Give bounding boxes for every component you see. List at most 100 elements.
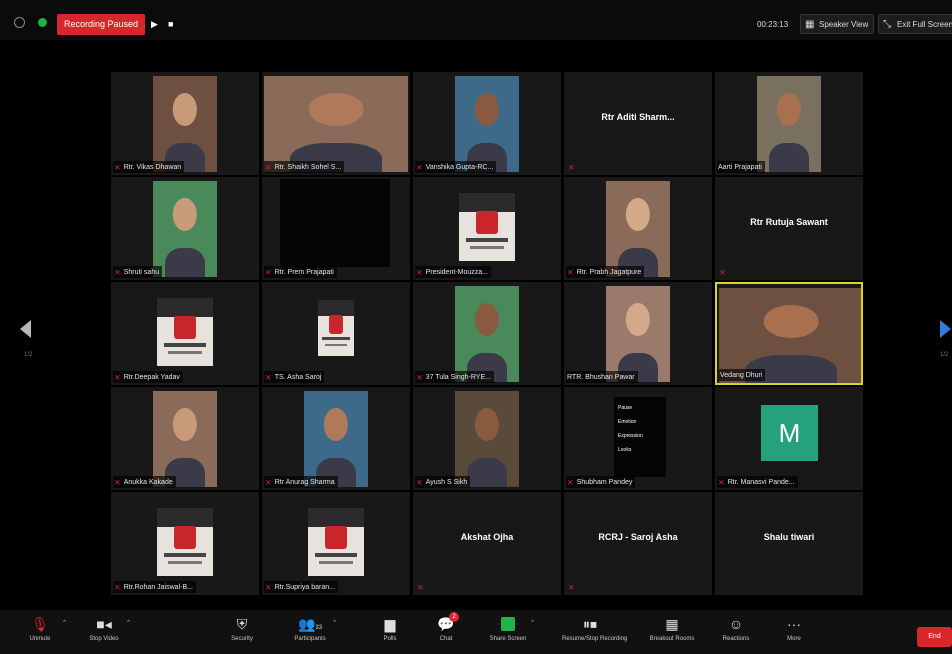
breakout-rooms-grid-icon: ▦ bbox=[665, 616, 679, 632]
participant-video bbox=[757, 76, 821, 172]
participant-tile[interactable]: ⨯ TS. Asha Saroj bbox=[262, 282, 410, 385]
participant-name-text: 37 Tula Singh-RYE... bbox=[425, 373, 491, 381]
muted-mic-icon: 🎙 bbox=[31, 616, 49, 632]
person-head-shape bbox=[625, 303, 651, 336]
muted-mic-icon: ⨯ bbox=[416, 162, 423, 172]
info-icon[interactable] bbox=[14, 17, 25, 28]
resume-recording-icon[interactable]: ▶ bbox=[151, 19, 158, 30]
participant-tile[interactable]: ⨯ Vanshika Gupta-RC... bbox=[413, 72, 561, 175]
stop-video-button[interactable]: ■◂ ^ Stop Video bbox=[76, 612, 132, 654]
participant-tile[interactable]: ⨯ Rtr.Deepak Yadav bbox=[111, 282, 259, 385]
video-off-area bbox=[280, 179, 390, 267]
participant-tile[interactable]: ⨯ Rtr. Prabh Jagatpure bbox=[564, 177, 712, 280]
participant-video bbox=[455, 76, 519, 172]
muted-mic-icon: ⨯ bbox=[265, 477, 272, 487]
share-options-caret-icon[interactable]: ^ bbox=[531, 620, 534, 626]
person-body-shape bbox=[466, 458, 508, 487]
pee-text-card-image: Pause Emotion Expression Looks bbox=[614, 397, 666, 477]
participant-video bbox=[153, 391, 217, 487]
exit-full-screen-button[interactable]: ⤡ Exit Full Screen bbox=[878, 14, 952, 34]
club-poster-image bbox=[157, 298, 213, 366]
end-meeting-button[interactable]: End bbox=[917, 627, 952, 647]
muted-mic-icon: ⨯ bbox=[567, 477, 574, 487]
muted-mic-icon: ⨯ bbox=[718, 477, 725, 487]
participant-tile[interactable]: Rtr Aditi Sharm... ⨯ bbox=[564, 72, 712, 175]
person-head-shape bbox=[625, 198, 651, 231]
poster-logo-shape bbox=[324, 525, 348, 549]
participants-button[interactable]: 👥33 ^ Participants bbox=[282, 612, 338, 654]
participant-name-label: ⨯ Rtr. Prabh Jagatpure bbox=[566, 266, 645, 278]
encryption-shield-icon[interactable] bbox=[38, 18, 47, 27]
participant-tile[interactable]: ⨯ Shruti sahu bbox=[111, 177, 259, 280]
reactions-button[interactable]: ☺ Reactions bbox=[708, 612, 764, 654]
polls-button[interactable]: ▆ Polls bbox=[362, 612, 418, 654]
participant-tile[interactable]: ⨯ Rtr Anurag Sharma bbox=[262, 387, 410, 490]
chat-label: Chat bbox=[439, 636, 453, 642]
poster-logo-shape bbox=[328, 314, 344, 334]
poster-band-shape bbox=[308, 508, 364, 528]
previous-page-arrow-icon[interactable] bbox=[20, 320, 31, 338]
participant-tile[interactable]: RTR. Bhushan Pawar bbox=[564, 282, 712, 385]
person-head-shape bbox=[474, 303, 500, 336]
unmute-button[interactable]: 🎙 ^ Unmute bbox=[12, 612, 68, 654]
muted-mic-icon: ⨯ bbox=[719, 268, 726, 277]
poster-stripe-shape bbox=[465, 237, 509, 242]
participant-name-text: Vedang Dhuri bbox=[720, 371, 763, 379]
participant-tile[interactable]: Akshat Ojha ⨯ bbox=[413, 492, 561, 595]
club-poster-image bbox=[308, 508, 364, 576]
participant-tile[interactable]: Aarti Prajapati bbox=[715, 72, 863, 175]
person-head-shape bbox=[172, 93, 198, 126]
poster-stripe2-shape bbox=[470, 246, 504, 250]
participant-tile[interactable]: ⨯ Rtr.Rohan Jaiswal-B... bbox=[111, 492, 259, 595]
person-head-shape bbox=[763, 305, 819, 338]
speaker-view-button[interactable]: ▦ Speaker View bbox=[800, 14, 875, 34]
audio-options-caret-icon[interactable]: ^ bbox=[63, 620, 66, 626]
poster-stripe-shape bbox=[163, 552, 207, 557]
participant-tile[interactable]: ⨯ Rtr. Vikas Dhawan bbox=[111, 72, 259, 175]
participant-name-text: Rtr. Prabh Jagatpure bbox=[576, 268, 642, 276]
participant-tile[interactable]: ⨯ President-Mouzza... bbox=[413, 177, 561, 280]
participant-tile[interactable]: ⨯ Rtr. Shaikh Sohel S... bbox=[262, 72, 410, 175]
participant-tile[interactable]: RCRJ - Saroj Asha ⨯ bbox=[564, 492, 712, 595]
breakout-rooms-button[interactable]: ▦ Breakout Rooms bbox=[644, 612, 700, 654]
video-options-caret-icon[interactable]: ^ bbox=[127, 620, 130, 626]
participant-tile[interactable]: Pause Emotion Expression Looks ⨯ Shubham Pand… bbox=[564, 387, 712, 490]
stop-video-label: Stop Video bbox=[89, 636, 119, 642]
share-screen-label: Share Screen bbox=[489, 636, 527, 642]
reactions-label: Reactions bbox=[722, 636, 750, 642]
participant-video bbox=[455, 286, 519, 382]
participant-tile[interactable]: ⨯ Ayush S Sikh bbox=[413, 387, 561, 490]
participant-tile[interactable]: ⨯ Anukka Kakade bbox=[111, 387, 259, 490]
video-camera-icon: ■◂ bbox=[96, 616, 112, 632]
participant-video bbox=[606, 286, 670, 382]
muted-mic-icon: ⨯ bbox=[416, 372, 423, 382]
participant-tile[interactable]: ⨯ Rtr.Supriya baran... bbox=[262, 492, 410, 595]
more-button[interactable]: ··· More bbox=[766, 612, 822, 654]
shield-icon: ⛨ bbox=[236, 616, 248, 632]
person-head-shape bbox=[308, 93, 364, 126]
participant-tile[interactable]: ⨯ 37 Tula Singh-RYE... bbox=[413, 282, 561, 385]
security-button[interactable]: ⛨ Security bbox=[214, 612, 270, 654]
next-page-arrow-icon[interactable] bbox=[940, 320, 951, 338]
participant-tile[interactable]: Shalu tiwari bbox=[715, 492, 863, 595]
chat-button[interactable]: 💬 2 Chat bbox=[418, 612, 474, 654]
participant-name-text: Aarti Prajapati bbox=[718, 163, 762, 171]
participant-tile[interactable]: M ⨯ Rtr. Manasvi Pande... bbox=[715, 387, 863, 490]
resume-stop-recording-button[interactable]: ⏸⏹ Resume/Stop Recording bbox=[562, 612, 627, 654]
person-body-shape bbox=[164, 248, 206, 277]
participant-tile[interactable]: Vedang Dhuri bbox=[715, 282, 863, 385]
participant-tile[interactable]: Rtr Rutuja Sawant ⨯ bbox=[715, 177, 863, 280]
participant-name-text: Rtr. Vikas Dhawan bbox=[123, 163, 182, 171]
share-screen-button[interactable]: ^ Share Screen bbox=[480, 612, 536, 654]
exit-full-screen-icon: ⤡ bbox=[883, 19, 891, 30]
participant-name-label: ⨯ Rtr.Rohan Jaiswal-B... bbox=[113, 581, 196, 593]
participant-name-label: ⨯ Rtr.Deepak Yadav bbox=[113, 371, 183, 383]
participant-video bbox=[606, 181, 670, 277]
stop-recording-icon[interactable]: ■ bbox=[168, 19, 173, 29]
participant-name-label: ⨯ Rtr. Manasvi Pande... bbox=[717, 476, 798, 488]
participant-name-text: Shruti sahu bbox=[123, 268, 160, 276]
participant-name-text: Rtr Anurag Sharma bbox=[274, 478, 335, 486]
page-indicator-left: 1/2 bbox=[24, 352, 33, 358]
participants-caret-icon[interactable]: ^ bbox=[333, 620, 336, 626]
participant-tile[interactable]: ⨯ Rtr. Prem Prajapati bbox=[262, 177, 410, 280]
